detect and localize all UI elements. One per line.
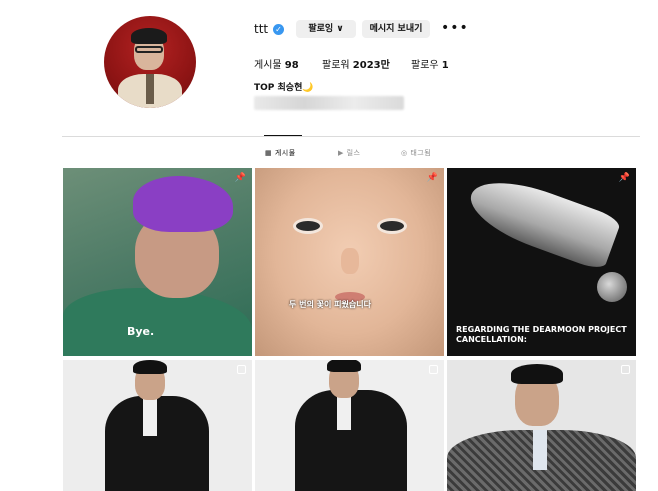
post-figure-shirt	[143, 396, 157, 436]
followers-stat[interactable]: 팔로워 2023만	[322, 56, 390, 71]
bio-name: TOP 최승현🌙	[254, 83, 314, 93]
following-count: 1	[441, 60, 449, 71]
pin-icon: 📌	[618, 173, 630, 183]
post-tile[interactable]: 📌 두 번의 꽃이 피웠습니다	[255, 168, 444, 356]
post-doll-eye	[293, 218, 323, 234]
post-figure-body	[63, 288, 252, 356]
more-options-icon[interactable]: •••	[441, 21, 469, 35]
multi-photo-icon	[429, 365, 438, 374]
post-doll-eye	[377, 218, 407, 234]
post-figure-shirt	[533, 430, 547, 470]
followers-count: 2023만	[352, 60, 390, 71]
post-figure-hair	[327, 360, 361, 372]
profile-avatar[interactable]	[104, 16, 196, 108]
blurred-bio-text	[254, 96, 404, 110]
avatar-glasses	[135, 46, 163, 53]
message-button[interactable]: 메시지 보내기	[362, 20, 430, 38]
following-button[interactable]: 팔로잉 ∨	[296, 20, 356, 38]
avatar-hair	[131, 28, 167, 44]
pin-icon: 📌	[426, 173, 438, 183]
post-tile[interactable]: 📌 Bye.	[63, 168, 252, 356]
avatar-tie	[146, 74, 154, 104]
post-tile[interactable]	[255, 360, 444, 491]
post-caption: REGARDING THE DEARMOON PROJECT CANCELLAT…	[456, 325, 627, 344]
post-figure-suit	[105, 396, 209, 491]
post-tile[interactable]: 📌 REGARDING THE DEARMOON PROJECT CANCELL…	[447, 168, 636, 356]
post-figure-suit	[295, 390, 407, 491]
tab-posts[interactable]: ▦ 게시물	[265, 148, 296, 158]
post-figure-hair	[133, 176, 233, 232]
post-rocket	[461, 168, 623, 272]
tabs-divider	[62, 136, 640, 137]
post-figure-hair	[511, 364, 563, 384]
post-moon	[597, 272, 627, 302]
verified-badge-icon: ✓	[273, 24, 284, 35]
multi-photo-icon	[621, 365, 630, 374]
multi-photo-icon	[237, 365, 246, 374]
pin-icon: 📌	[234, 173, 246, 183]
post-doll-nose	[341, 248, 359, 274]
posts-count: 98	[284, 60, 299, 71]
tab-reels[interactable]: ▶ 릴스	[338, 148, 361, 158]
post-caption: 두 번의 꽃이 피웠습니다	[289, 300, 371, 309]
following-label: 팔로우	[411, 60, 439, 71]
posts-stat: 게시물 98	[254, 56, 299, 71]
post-figure-hair	[133, 360, 167, 374]
posts-label: 게시물	[254, 60, 282, 71]
tab-tagged[interactable]: ◎ 태그됨	[401, 148, 431, 158]
followers-label: 팔로워	[322, 60, 350, 71]
post-tile[interactable]	[63, 360, 252, 491]
post-tile[interactable]	[447, 360, 636, 491]
profile-username: ttt	[254, 22, 269, 36]
following-stat[interactable]: 팔로우 1	[411, 56, 449, 71]
post-caption: Bye.	[127, 325, 155, 338]
active-tab-indicator	[264, 135, 302, 136]
